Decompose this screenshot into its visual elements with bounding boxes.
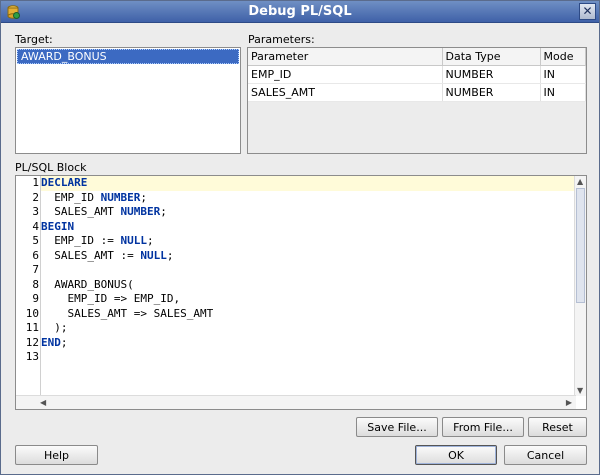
line-number: 12 bbox=[25, 335, 39, 349]
line-number: 2 bbox=[32, 190, 39, 204]
parameters-label: Parameters: bbox=[248, 33, 315, 46]
line-number: 13 bbox=[25, 350, 39, 363]
close-icon: ✕ bbox=[582, 4, 593, 18]
horizontal-scrollbar[interactable]: ◀ ▶ bbox=[16, 395, 576, 409]
line-number: 9 bbox=[32, 292, 39, 305]
vertical-scrollbar[interactable]: ▲ ▼ bbox=[574, 176, 586, 396]
line-number-gutter: 1 2 3 4 5 6 7 8 9 10 11 12 13 bbox=[16, 176, 41, 396]
target-list[interactable]: AWARD_BONUS bbox=[15, 47, 241, 154]
title-bar[interactable]: Debug PL/SQL ✕ bbox=[1, 1, 599, 23]
line-number: 8 bbox=[32, 277, 39, 291]
code-line[interactable]: EMP_ID NUMBER; bbox=[41, 191, 575, 206]
target-label: Target: bbox=[15, 33, 53, 46]
from-file-button[interactable]: From File... bbox=[442, 417, 524, 437]
scroll-up-icon[interactable]: ▲ bbox=[577, 177, 583, 186]
plsql-editor[interactable]: 1 2 3 4 5 6 7 8 9 10 11 12 13 DECLARE EMP_ID NUMBER;… bbox=[15, 175, 587, 410]
line-number: 3 bbox=[32, 205, 39, 218]
code-line[interactable]: DECLARE bbox=[41, 176, 575, 191]
param-mode-cell[interactable]: IN bbox=[540, 83, 586, 102]
parameters-table: Parameter Data Type Mode EMP_ID NUMBER I… bbox=[248, 48, 586, 102]
vertical-scroll-thumb[interactable] bbox=[576, 188, 585, 303]
param-name-cell[interactable]: EMP_ID bbox=[248, 65, 443, 84]
debug-app-icon bbox=[7, 5, 20, 19]
param-type-cell[interactable]: NUMBER bbox=[442, 65, 541, 84]
code-line[interactable]: SALES_AMT NUMBER; bbox=[41, 205, 575, 220]
column-header-parameter[interactable]: Parameter bbox=[248, 48, 443, 66]
column-header-data-type[interactable]: Data Type bbox=[442, 48, 541, 66]
column-header-mode[interactable]: Mode bbox=[540, 48, 586, 66]
code-line[interactable]: ); bbox=[41, 321, 575, 336]
line-number: 5 bbox=[32, 234, 39, 247]
ok-button[interactable]: OK bbox=[415, 445, 497, 465]
param-type-cell[interactable]: NUMBER bbox=[442, 83, 541, 102]
code-line[interactable]: BEGIN bbox=[41, 220, 575, 235]
parameters-table-container: Parameter Data Type Mode EMP_ID NUMBER I… bbox=[247, 47, 587, 154]
code-line[interactable]: EMP_ID => EMP_ID, bbox=[41, 292, 575, 307]
line-number: 4 bbox=[32, 219, 39, 233]
debug-dialog: Debug PL/SQL ✕ Target: AWARD_BONUS Param… bbox=[0, 0, 600, 475]
line-number: 1 bbox=[32, 176, 39, 189]
reset-button[interactable]: Reset bbox=[528, 417, 587, 437]
param-name-cell[interactable]: SALES_AMT bbox=[248, 83, 443, 102]
scroll-left-icon[interactable]: ◀ bbox=[40, 398, 46, 407]
code-line[interactable]: EMP_ID := NULL; bbox=[41, 234, 575, 249]
code-line[interactable]: END; bbox=[41, 336, 575, 351]
scroll-down-icon[interactable]: ▼ bbox=[577, 386, 583, 395]
table-row[interactable]: EMP_ID NUMBER IN bbox=[248, 65, 586, 84]
line-number: 11 bbox=[25, 321, 39, 334]
code-line[interactable]: AWARD_BONUS( bbox=[41, 278, 575, 293]
code-line[interactable] bbox=[41, 263, 575, 278]
close-button[interactable]: ✕ bbox=[579, 3, 596, 20]
cancel-button[interactable]: Cancel bbox=[504, 445, 587, 465]
param-mode-cell[interactable]: IN bbox=[540, 65, 586, 84]
scroll-right-icon[interactable]: ▶ bbox=[566, 398, 572, 407]
help-button[interactable]: Help bbox=[15, 445, 98, 465]
code-area[interactable]: DECLARE EMP_ID NUMBER; SALES_AMT NUMBER;… bbox=[41, 176, 575, 396]
window-title: Debug PL/SQL bbox=[248, 4, 352, 19]
save-file-button[interactable]: Save File... bbox=[356, 417, 438, 437]
code-line[interactable]: SALES_AMT := NULL; bbox=[41, 249, 575, 264]
plsql-block-label: PL/SQL Block bbox=[15, 161, 87, 174]
table-row[interactable]: SALES_AMT NUMBER IN bbox=[248, 83, 586, 102]
code-line[interactable] bbox=[41, 350, 575, 365]
code-line[interactable]: SALES_AMT => SALES_AMT bbox=[41, 307, 575, 322]
line-number: 10 bbox=[25, 306, 39, 320]
target-item-award-bonus[interactable]: AWARD_BONUS bbox=[17, 49, 239, 64]
line-number: 6 bbox=[32, 248, 39, 262]
line-number: 7 bbox=[32, 263, 39, 276]
